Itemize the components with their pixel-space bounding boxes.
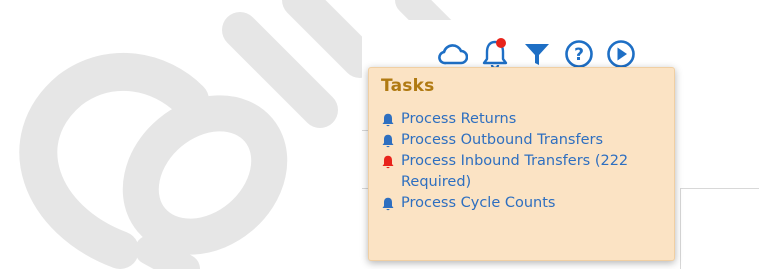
watermark-bottom-stroke <box>135 235 200 269</box>
task-item-process-cycle-counts[interactable]: Process Cycle Counts <box>381 193 662 214</box>
screen: ? Tasks Process Returns Process Outbound… <box>0 0 759 269</box>
watermark-letter-n <box>222 0 378 128</box>
task-label[interactable]: Process Returns <box>401 109 662 130</box>
task-list: Process Returns Process Outbound Transfe… <box>381 109 662 214</box>
task-item-process-returns[interactable]: Process Returns <box>381 109 662 130</box>
watermark-letter-c <box>19 52 209 269</box>
task-item-process-inbound-transfers[interactable]: Process Inbound Transfers (222 Required) <box>381 151 662 193</box>
background-column-divider <box>680 188 681 269</box>
task-label[interactable]: Process Cycle Counts <box>401 193 662 214</box>
watermark-letter-o <box>122 95 288 255</box>
bell-icon <box>381 130 395 151</box>
task-label[interactable]: Process Inbound Transfers (222 Required) <box>401 151 662 193</box>
bell-icon <box>381 193 395 214</box>
notification-dot <box>496 38 506 48</box>
tasks-popup: Tasks Process Returns Process Outbound T… <box>368 67 675 261</box>
background-row-divider <box>680 188 759 189</box>
bell-icon <box>381 109 395 130</box>
alert-bell-icon <box>381 151 395 172</box>
task-item-process-outbound-transfers[interactable]: Process Outbound Transfers <box>381 130 662 151</box>
task-label[interactable]: Process Outbound Transfers <box>401 130 662 151</box>
tasks-title: Tasks <box>381 76 435 96</box>
svg-text:?: ? <box>574 45 584 65</box>
